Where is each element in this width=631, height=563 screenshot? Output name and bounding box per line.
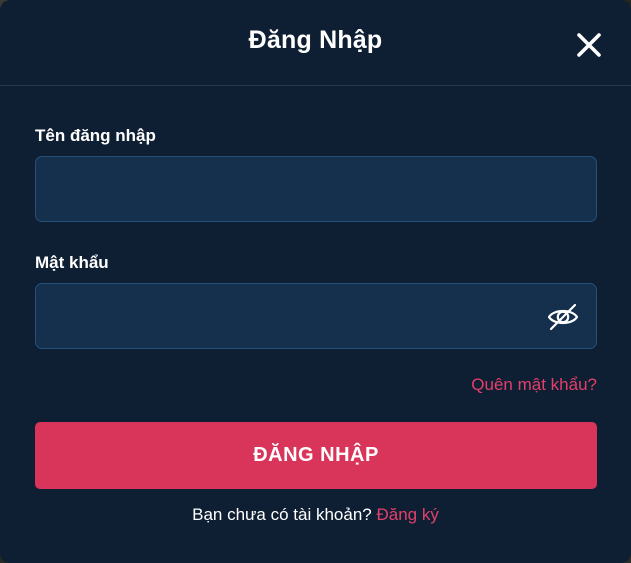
modal-title: Đăng Nhập bbox=[248, 26, 383, 54]
password-field-box bbox=[35, 283, 597, 349]
close-button[interactable] bbox=[572, 28, 606, 62]
register-link[interactable]: Đăng ký bbox=[376, 505, 438, 524]
eye-slash-icon bbox=[547, 303, 579, 331]
register-prompt-line: Bạn chưa có tài khoản? Đăng ký bbox=[0, 505, 631, 525]
password-input[interactable] bbox=[36, 284, 596, 348]
close-icon bbox=[577, 33, 601, 57]
forgot-password-link[interactable]: Quên mật khẩu? bbox=[471, 375, 597, 395]
username-field-box bbox=[35, 156, 597, 222]
login-button[interactable]: ĐĂNG NHẬP bbox=[35, 422, 597, 489]
register-prompt-text: Bạn chưa có tài khoản? bbox=[192, 505, 372, 524]
modal-header: Đăng Nhập bbox=[0, 0, 631, 86]
toggle-password-visibility-button[interactable] bbox=[546, 300, 580, 334]
password-label: Mật khẩu bbox=[35, 253, 109, 272]
username-input[interactable] bbox=[36, 157, 596, 221]
username-label: Tên đăng nhập bbox=[35, 126, 156, 145]
login-modal: Đăng Nhập Tên đăng nhập Mật khẩu Quên mậ… bbox=[0, 0, 631, 563]
